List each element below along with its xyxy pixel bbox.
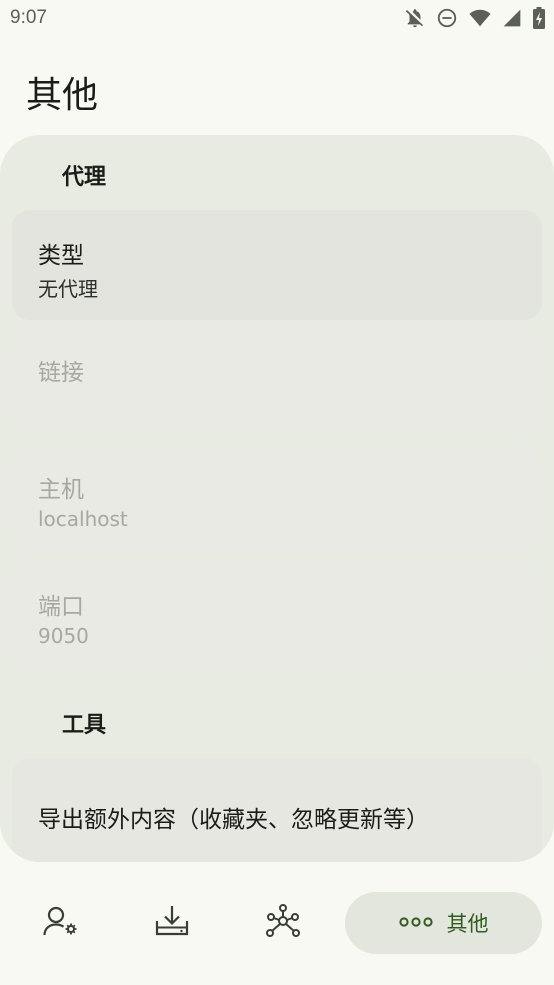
proxy-port-title: 端口 — [38, 594, 84, 620]
proxy-port-item[interactable]: 端口 9050 — [12, 561, 542, 671]
proxy-type-value: 无代理 — [38, 277, 98, 301]
status-bar: 9:07 — [0, 0, 554, 38]
nav-downloads[interactable] — [142, 892, 202, 954]
proxy-host-item[interactable]: 主机 localhost — [12, 444, 542, 554]
section-header-proxy: 代理 — [62, 165, 107, 190]
export-extras-title: 导出额外内容（收藏夹、忽略更新等） — [38, 807, 429, 833]
proxy-host-value: localhost — [38, 507, 128, 531]
proxy-type-title: 类型 — [38, 243, 84, 269]
nav-other-label: 其他 — [446, 912, 489, 936]
section-header-tools: 工具 — [62, 713, 107, 738]
notifications-off-icon — [404, 7, 426, 29]
bottom-navigation: 其他 — [0, 862, 554, 985]
nav-other[interactable]: 其他 — [345, 892, 542, 954]
proxy-host-title: 主机 — [38, 477, 84, 503]
proxy-type-item[interactable]: 类型 无代理 — [12, 210, 542, 320]
account-settings-icon — [43, 905, 79, 941]
network-icon — [266, 904, 300, 942]
more-horizontal-icon — [398, 914, 433, 933]
export-extras-item[interactable]: 导出额外内容（收藏夹、忽略更新等） — [12, 758, 542, 862]
proxy-url-item[interactable]: 链接 — [12, 327, 542, 437]
proxy-port-value: 9050 — [38, 624, 89, 648]
signal-icon — [502, 7, 522, 29]
settings-card: 代理 类型 无代理 链接 主机 localhost 端口 9050 工具 导出额… — [0, 135, 554, 862]
proxy-url-title: 链接 — [38, 360, 84, 386]
nav-network[interactable] — [253, 892, 313, 954]
wifi-icon — [468, 7, 492, 29]
nav-accounts[interactable] — [31, 892, 91, 954]
download-icon — [154, 904, 190, 942]
page-title: 其他 — [26, 75, 99, 116]
status-time: 9:07 — [10, 7, 47, 28]
status-icons — [404, 7, 546, 29]
do-not-disturb-icon — [436, 7, 458, 29]
battery-charging-icon — [532, 7, 546, 29]
